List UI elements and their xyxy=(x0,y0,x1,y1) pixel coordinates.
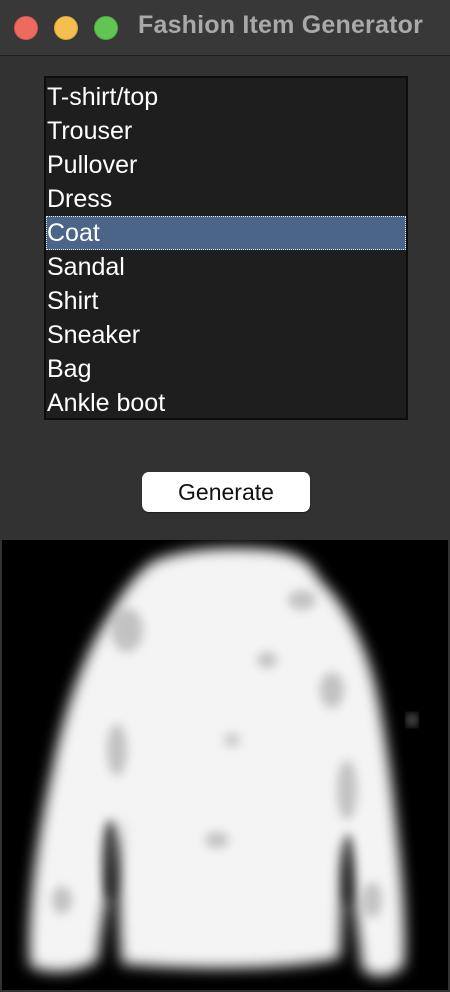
generated-coat-image xyxy=(2,540,448,990)
category-listbox[interactable]: T-shirt/top Trouser Pullover Dress Coat … xyxy=(44,76,408,420)
app-window: Fashion Item Generator T-shirt/top Trous… xyxy=(0,0,450,992)
list-item-shirt[interactable]: Shirt xyxy=(46,284,406,318)
zoom-window-button[interactable] xyxy=(94,16,118,40)
generated-image xyxy=(2,540,448,990)
close-window-button[interactable] xyxy=(14,16,38,40)
list-item-trouser[interactable]: Trouser xyxy=(46,114,406,148)
window-title: Fashion Item Generator xyxy=(138,11,424,39)
list-item-ankle-boot[interactable]: Ankle boot xyxy=(46,386,406,420)
list-item-sneaker[interactable]: Sneaker xyxy=(46,318,406,352)
list-item-bag[interactable]: Bag xyxy=(46,352,406,386)
list-item-coat[interactable]: Coat xyxy=(46,216,406,250)
list-item-pullover[interactable]: Pullover xyxy=(46,148,406,182)
generate-button[interactable]: Generate xyxy=(142,472,310,512)
list-item-sandal[interactable]: Sandal xyxy=(46,250,406,284)
list-item-dress[interactable]: Dress xyxy=(46,182,406,216)
list-item-tshirt-top[interactable]: T-shirt/top xyxy=(46,80,406,114)
title-bar[interactable]: Fashion Item Generator xyxy=(0,0,450,56)
minimize-window-button[interactable] xyxy=(54,16,78,40)
